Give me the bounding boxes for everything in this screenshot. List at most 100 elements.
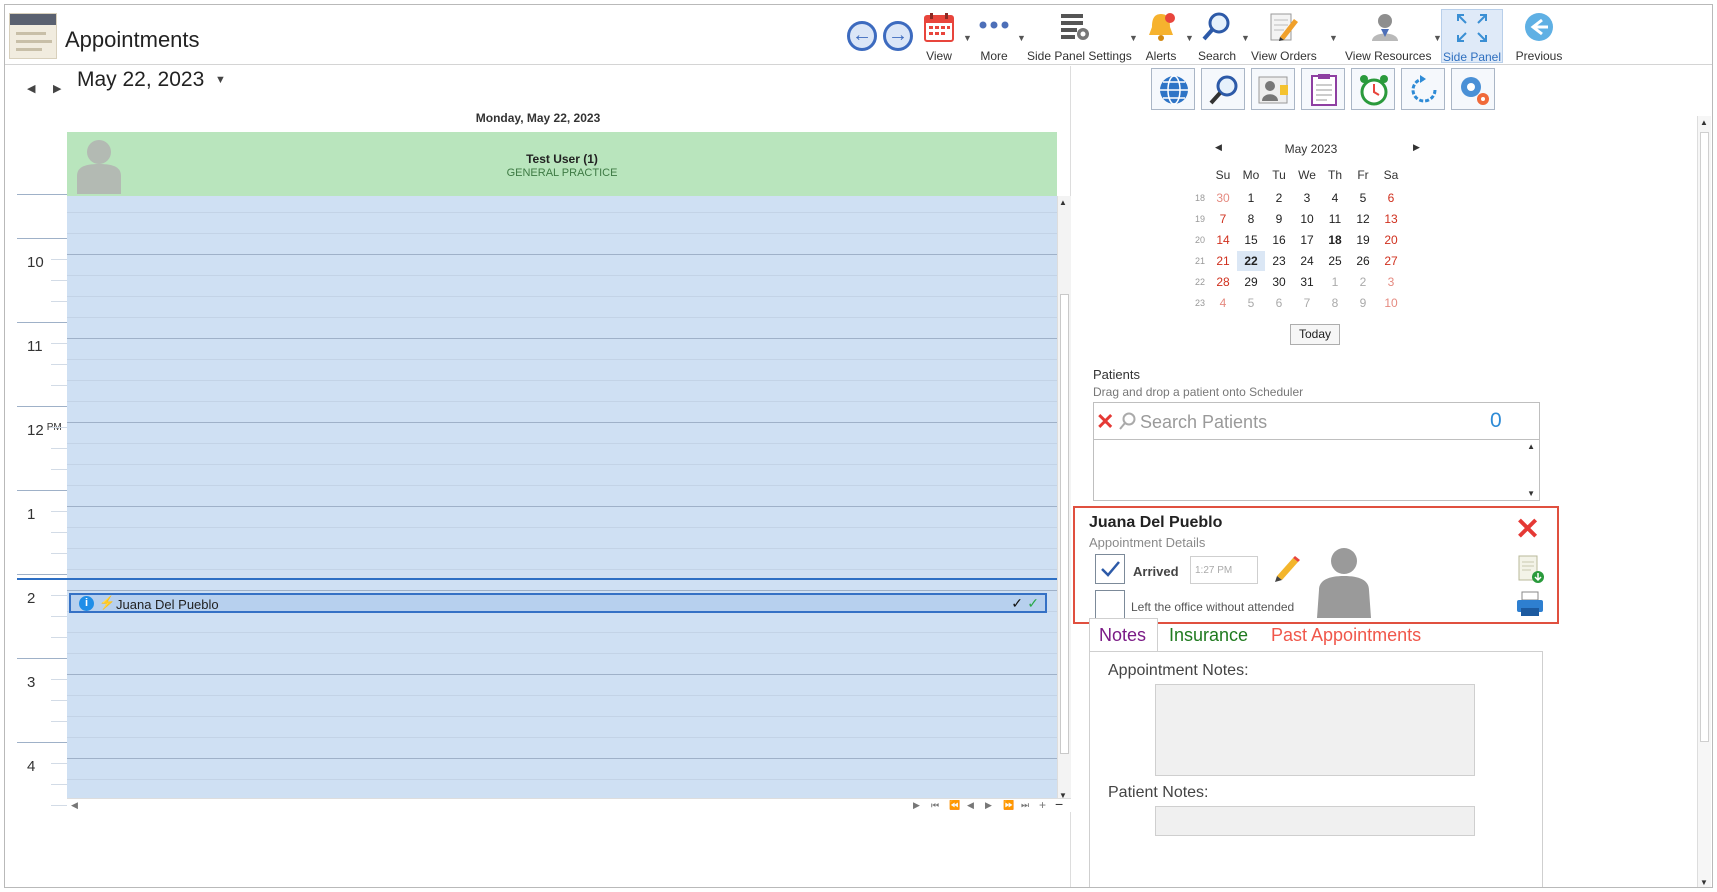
prev-day-arrow[interactable]: ◀ bbox=[27, 82, 35, 95]
schedule-grid[interactable] bbox=[67, 196, 1057, 802]
calendar-day[interactable]: 15 bbox=[1237, 230, 1265, 250]
alarm-clock-button[interactable] bbox=[1351, 68, 1395, 110]
calendar-day[interactable]: 30 bbox=[1209, 188, 1237, 208]
view-resources-button[interactable]: View Resources ▼ bbox=[1345, 9, 1442, 63]
calendar-day[interactable]: 12 bbox=[1349, 209, 1377, 229]
arrow-right-circle-icon[interactable]: → bbox=[883, 21, 913, 51]
chevron-down-icon[interactable]: ▼ bbox=[963, 33, 972, 43]
scroll-left-arrow[interactable]: ◀ bbox=[71, 800, 78, 811]
more-button[interactable]: More ▼ bbox=[973, 9, 1026, 63]
info-icon[interactable]: i bbox=[79, 596, 94, 611]
next-day-arrow[interactable]: ▶ bbox=[53, 82, 61, 95]
calendar-day[interactable]: 10 bbox=[1293, 209, 1321, 229]
calendar-day[interactable]: 7 bbox=[1293, 293, 1321, 313]
scroll-up-arrow[interactable]: ▲ bbox=[1527, 442, 1535, 451]
refresh-button[interactable] bbox=[1401, 68, 1445, 110]
calendar-day[interactable]: 6 bbox=[1377, 188, 1405, 208]
calendar-day[interactable]: 8 bbox=[1237, 209, 1265, 229]
arrow-left-circle-icon[interactable]: ← bbox=[847, 21, 877, 51]
calendar-day[interactable]: 5 bbox=[1349, 188, 1377, 208]
calendar-day[interactable]: 18 bbox=[1321, 230, 1349, 250]
zoom-out-icon[interactable]: − bbox=[1055, 796, 1063, 812]
view-orders-button[interactable]: View Orders ▼ bbox=[1251, 9, 1338, 63]
vertical-scrollbar[interactable]: ▲ ▼ bbox=[1057, 196, 1071, 802]
calendar-day[interactable]: 3 bbox=[1293, 188, 1321, 208]
calendar-day[interactable]: 7 bbox=[1209, 209, 1237, 229]
chevron-down-icon[interactable]: ▼ bbox=[1129, 33, 1138, 43]
scroll-up-arrow[interactable]: ▲ bbox=[1700, 118, 1708, 127]
side-panel-settings-button[interactable]: Side Panel Settings ▼ bbox=[1027, 9, 1138, 63]
calendar-day[interactable]: 23 bbox=[1265, 251, 1293, 271]
calendar-day[interactable]: 3 bbox=[1377, 272, 1405, 292]
scroll-down-arrow[interactable]: ▼ bbox=[1700, 878, 1708, 887]
settings-gears-button[interactable] bbox=[1451, 68, 1495, 110]
arrived-checkbox[interactable] bbox=[1095, 554, 1125, 584]
clear-search-icon[interactable]: ✕ bbox=[1096, 409, 1114, 435]
calendar-day[interactable]: 2 bbox=[1349, 272, 1377, 292]
calendar-day[interactable]: 16 bbox=[1265, 230, 1293, 250]
next-icon[interactable]: ▶ bbox=[985, 800, 992, 811]
scroll-up-arrow[interactable]: ▲ bbox=[1059, 198, 1067, 207]
prev-icon[interactable]: ◀ bbox=[967, 800, 974, 811]
search-button[interactable]: Search ▼ bbox=[1197, 9, 1250, 63]
calendar-day[interactable]: 1 bbox=[1321, 272, 1349, 292]
clipboard-button[interactable] bbox=[1301, 68, 1345, 110]
scroll-thumb[interactable] bbox=[1060, 294, 1069, 754]
calendar-day[interactable]: 13 bbox=[1377, 209, 1405, 229]
calendar-day[interactable]: 24 bbox=[1293, 251, 1321, 271]
current-date[interactable]: May 22, 2023 bbox=[77, 68, 204, 92]
arrived-time-field[interactable]: 1:27 PM bbox=[1190, 556, 1258, 584]
patient-card-button[interactable] bbox=[1251, 68, 1295, 110]
chevron-down-icon[interactable]: ▼ bbox=[1329, 33, 1338, 43]
calendar-day[interactable]: 14 bbox=[1209, 230, 1237, 250]
calendar-day[interactable]: 20 bbox=[1377, 230, 1405, 250]
globe-button[interactable] bbox=[1151, 68, 1195, 110]
calendar-day[interactable]: 30 bbox=[1265, 272, 1293, 292]
zoom-in-icon[interactable]: + bbox=[1039, 798, 1046, 812]
scroll-thumb[interactable] bbox=[1700, 132, 1709, 742]
magnify-button[interactable] bbox=[1201, 68, 1245, 110]
calendar-day[interactable]: 29 bbox=[1237, 272, 1265, 292]
tab-insurance[interactable]: Insurance bbox=[1169, 625, 1248, 646]
close-icon[interactable]: ✕ bbox=[1515, 512, 1540, 547]
first-page-icon[interactable]: ⏮ bbox=[931, 800, 939, 811]
calendar-day[interactable]: 4 bbox=[1209, 293, 1237, 313]
chevron-down-icon[interactable]: ▼ bbox=[215, 74, 226, 86]
alerts-button[interactable]: Alerts ▼ bbox=[1141, 9, 1194, 63]
left-office-checkbox[interactable] bbox=[1095, 590, 1125, 620]
calendar-day[interactable]: 10 bbox=[1377, 293, 1405, 313]
patient-list[interactable]: ▲ ▼ bbox=[1093, 440, 1540, 501]
horizontal-scrollbar[interactable]: ◀ ▶ ⏮ ⏪ ◀ ▶ ⏩ ⏭ + − bbox=[67, 796, 1071, 812]
calendar-day[interactable]: 11 bbox=[1321, 209, 1349, 229]
calendar-day[interactable]: 17 bbox=[1293, 230, 1321, 250]
scroll-right-arrow[interactable]: ▶ bbox=[913, 800, 920, 811]
today-button[interactable]: Today bbox=[1290, 324, 1340, 345]
calendar-day[interactable]: 31 bbox=[1293, 272, 1321, 292]
calendar-day[interactable]: 8 bbox=[1321, 293, 1349, 313]
last-page-icon[interactable]: ⏭ bbox=[1021, 800, 1029, 811]
calendar-day[interactable]: 21 bbox=[1209, 251, 1237, 271]
calendar-day[interactable]: 9 bbox=[1265, 209, 1293, 229]
calendar-day[interactable]: 1 bbox=[1237, 188, 1265, 208]
chevron-down-icon[interactable]: ▼ bbox=[1017, 33, 1026, 43]
calendar-day[interactable]: 25 bbox=[1321, 251, 1349, 271]
calendar-day[interactable]: 22 bbox=[1237, 251, 1265, 271]
calendar-day[interactable]: 4 bbox=[1321, 188, 1349, 208]
calendar-day[interactable]: 6 bbox=[1265, 293, 1293, 313]
tab-notes[interactable]: Notes bbox=[1099, 625, 1146, 646]
side-panel-button[interactable]: Side Panel bbox=[1441, 9, 1503, 64]
appointment-block[interactable]: i ⚡ Juana Del Pueblo ✓ ✓ bbox=[69, 593, 1047, 613]
calendar-day[interactable]: 27 bbox=[1377, 251, 1405, 271]
side-panel-scrollbar[interactable]: ▲ ▼ bbox=[1697, 116, 1711, 887]
prev-page-icon[interactable]: ⏪ bbox=[949, 800, 960, 811]
print-icon[interactable] bbox=[1515, 590, 1545, 618]
next-month-arrow[interactable]: ▶ bbox=[1413, 142, 1420, 153]
calendar-day[interactable]: 26 bbox=[1349, 251, 1377, 271]
tab-past-appointments[interactable]: Past Appointments bbox=[1271, 625, 1421, 646]
search-input[interactable] bbox=[1140, 410, 1480, 434]
previous-button[interactable]: Previous bbox=[1513, 9, 1565, 63]
appointment-notes-field[interactable] bbox=[1155, 684, 1475, 776]
pencil-icon[interactable] bbox=[1271, 554, 1301, 584]
calendar-day[interactable]: 19 bbox=[1349, 230, 1377, 250]
chevron-down-icon[interactable]: ▼ bbox=[1241, 33, 1250, 43]
